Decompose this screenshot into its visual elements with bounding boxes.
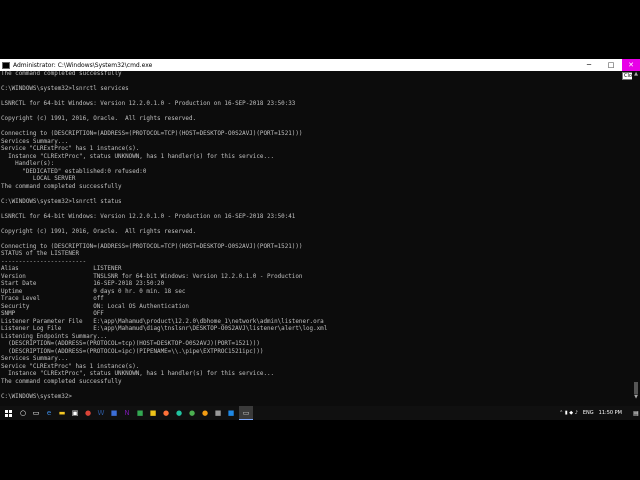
console-line: Trace Level off: [1, 296, 104, 302]
console-line: Listening Endpoints Summary...: [1, 333, 108, 340]
console-line: Service "CLRExtProc" has 1 instance(s).: [1, 363, 140, 370]
console-line: C:\WINDOWS\system32>lsnrctl services: [1, 86, 129, 92]
maximize-button[interactable]: □: [600, 59, 622, 71]
taskbar-onenote-icon[interactable]: N: [122, 406, 132, 420]
taskbar-store-icon[interactable]: ▣: [70, 406, 80, 420]
console-output[interactable]: The command completed successfully C:\WIN…: [1, 71, 621, 404]
scroll-up-icon[interactable]: ▲: [632, 71, 640, 77]
taskbar-search-icon[interactable]: ○: [18, 406, 28, 420]
console-line: The command completed successfully: [1, 183, 122, 190]
vertical-scrollbar[interactable]: ▲ ▼: [632, 71, 640, 406]
taskbar-task-view-icon[interactable]: ▭: [31, 406, 41, 420]
console-line: Listener Parameter File E:\app\Mahamud\p…: [1, 318, 324, 325]
window-titlebar[interactable]: Administrator: C:\Windows\System32\cmd.e…: [0, 59, 640, 71]
console-line: Security ON: Local OS Authentication: [1, 303, 189, 310]
taskbar-app-blue2-icon[interactable]: ■: [226, 406, 236, 420]
console-line: Connecting to (DESCRIPTION=(ADDRESS=(PRO…: [1, 243, 303, 250]
console-line: Listener Log File E:\app\Mahamud\diag\tn…: [1, 326, 328, 332]
taskbar-chrome-icon[interactable]: ●: [83, 406, 93, 420]
console-line: LOCAL SERVER: [1, 176, 76, 182]
console-line: Instance "CLRExtProc", status UNKNOWN, h…: [1, 371, 275, 377]
console-line: "DEDICATED" established:0 refused:0: [1, 168, 147, 175]
scroll-thumb[interactable]: [634, 382, 638, 394]
taskbar-edge-icon[interactable]: e: [44, 406, 54, 420]
taskbar-app-grey-icon[interactable]: ■: [213, 406, 223, 420]
language-indicator[interactable]: ENG: [583, 410, 594, 416]
console-line: Handler(s):: [1, 161, 55, 167]
console-line: C:\WINDOWS\system32>lsnrctl status: [1, 198, 122, 205]
close-button[interactable]: ✕: [622, 59, 640, 71]
cmd-app-icon: [2, 61, 10, 69]
taskbar-word-icon[interactable]: W: [96, 406, 106, 420]
console-line: Service "CLRExtProc" has 1 instance(s).: [1, 146, 140, 152]
taskbar-app-blue-icon[interactable]: ■: [109, 406, 119, 420]
console-line: C:\WINDOWS\system32>: [1, 393, 72, 400]
system-tray: ⌃ ▮ ◆ ♪ ENG 11:50 PM ▤: [559, 406, 640, 420]
windows-logo-icon: [4, 409, 12, 417]
console-line: Copyright (c) 1991, 2016, Oracle. All ri…: [1, 116, 197, 122]
scroll-down-icon[interactable]: ▼: [632, 394, 640, 400]
console-line: Uptime 0 days 0 hr. 0 min. 18 sec: [1, 288, 186, 295]
taskbar-app-green2-icon[interactable]: ●: [187, 406, 197, 420]
taskbar-app-teal-icon[interactable]: ●: [174, 406, 184, 420]
taskbar-firefox-icon[interactable]: ●: [161, 406, 171, 420]
console-line: Version TNSLSNR for 64-bit Windows: Vers…: [1, 273, 303, 280]
taskbar-app-yellow-icon[interactable]: ■: [148, 406, 158, 420]
console-line: Connecting to (DESCRIPTION=(ADDRESS=(PRO…: [1, 131, 303, 137]
console-line: (DESCRIPTION=(ADDRESS=(PROTOCOL=tcp)(HOS…: [1, 341, 260, 347]
taskbar-app-orange-icon[interactable]: ●: [200, 406, 210, 420]
clock[interactable]: 11:50 PM: [599, 410, 622, 416]
console-line: Instance "CLRExtProc", status UNKNOWN, h…: [1, 153, 275, 160]
minimize-button[interactable]: ─: [578, 59, 600, 71]
console-line: SNMP OFF: [1, 311, 104, 317]
console-line: Copyright (c) 1991, 2016, Oracle. All ri…: [1, 228, 197, 235]
console-line: The command completed successfully: [1, 71, 122, 77]
taskbar: ○ ▭ e ▬ ▣ ● W ■ N ■ ■ ● ● ● ● ■ ■ ▭ ⌃ ▮ ◆ ♪ ENG 11:50 PM …: [0, 406, 640, 420]
console-line: Alias LISTENER: [1, 266, 122, 272]
taskbar-cmd-icon[interactable]: ▭: [239, 406, 253, 420]
taskbar-app-green-icon[interactable]: ■: [135, 406, 145, 420]
console-line: Start Date 16-SEP-2018 23:50:20: [1, 281, 165, 287]
start-button[interactable]: [3, 406, 13, 420]
console-line: Services Summary...: [1, 356, 69, 362]
console-line: LSNRCTL for 64-bit Windows: Version 12.2…: [1, 101, 296, 107]
console-line: Services Summary...: [1, 138, 69, 145]
tray-icons[interactable]: ⌃ ▮ ◆ ♪: [559, 410, 578, 416]
console-line: ------------------------: [1, 258, 87, 265]
console-line: LSNRCTL for 64-bit Windows: Version 12.2…: [1, 213, 296, 220]
console-line: The command completed successfully: [1, 378, 122, 385]
window-title: Administrator: C:\Windows\System32\cmd.e…: [13, 61, 153, 69]
taskbar-file-explorer-icon[interactable]: ▬: [57, 406, 67, 420]
notification-icon[interactable]: ▤: [632, 406, 640, 420]
console-line: STATUS of the LISTENER: [1, 251, 80, 257]
console-line: (DESCRIPTION=(ADDRESS=(PROTOCOL=ipc)(PIP…: [1, 348, 264, 355]
